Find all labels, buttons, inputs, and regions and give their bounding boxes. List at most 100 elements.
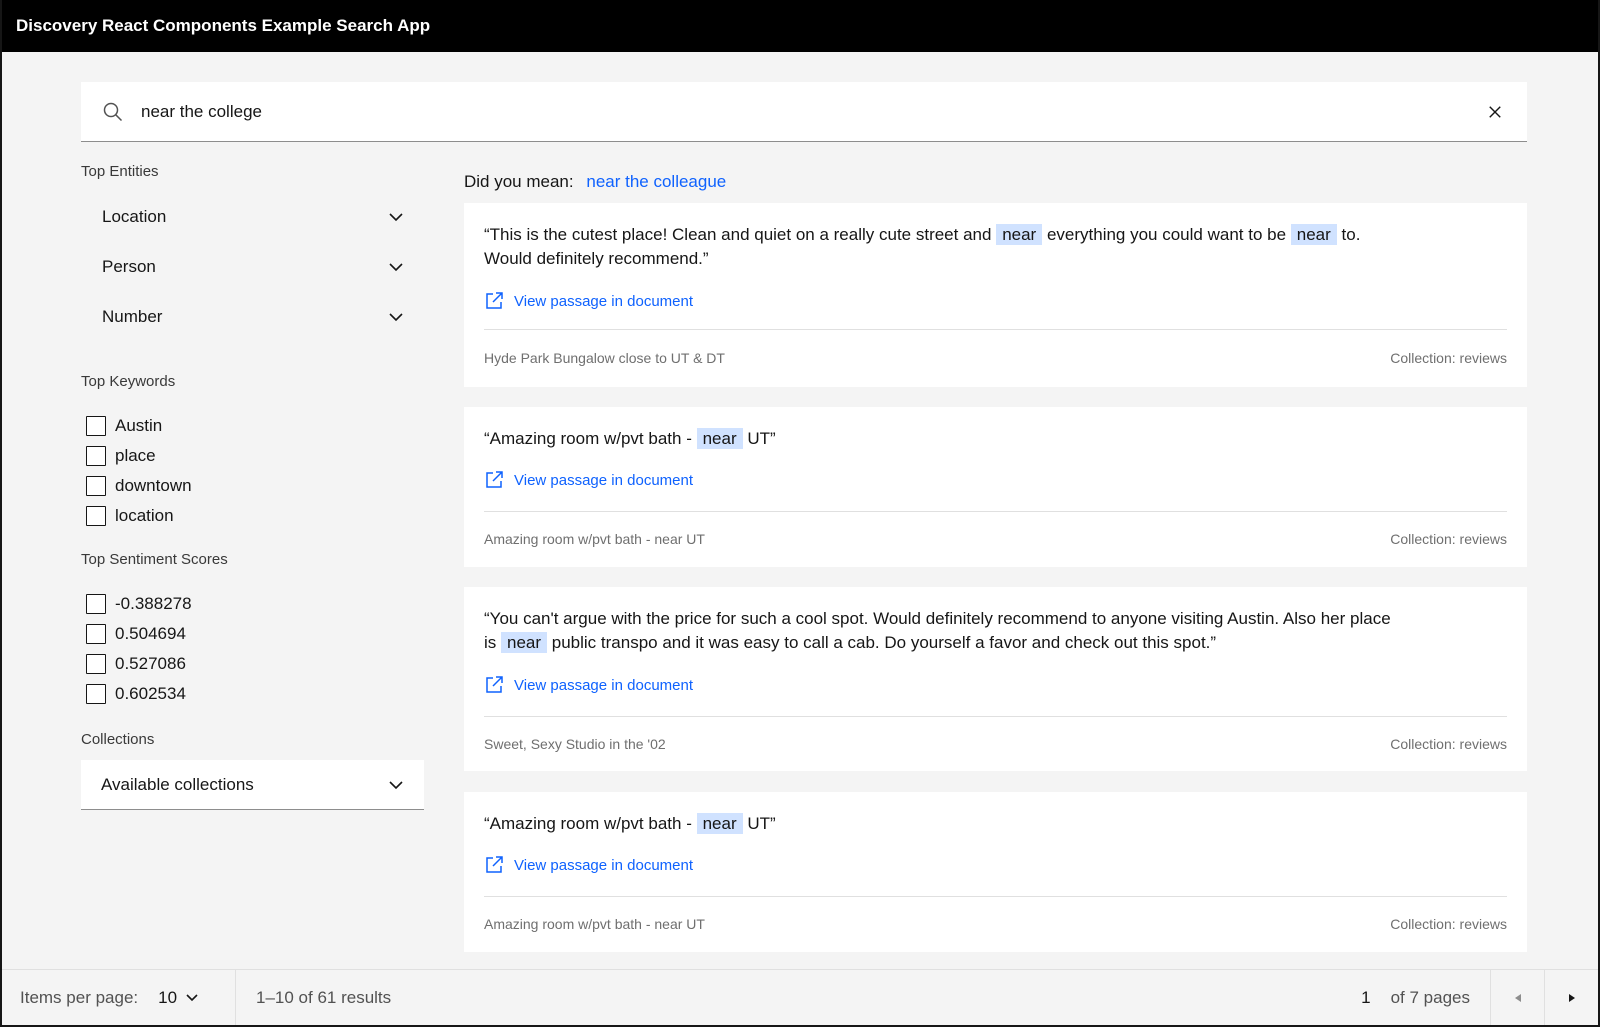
page-selector: 1 of 7 pages (1361, 970, 1598, 1025)
next-page-button[interactable] (1544, 970, 1598, 1025)
result-card: “This is the cutest place! Clean and qui… (464, 203, 1527, 387)
highlight: near (696, 428, 743, 449)
entity-dropdown-number[interactable]: Number (102, 299, 404, 335)
result-card: “Amazing room w/pvt bath - near UT” View… (464, 792, 1527, 952)
sentiment-label: 0.504694 (115, 624, 186, 643)
app-title: Discovery React Components Example Searc… (16, 16, 431, 35)
top-entities-title: Top Entities (81, 163, 159, 180)
view-passage-link[interactable]: View passage in document (484, 675, 693, 695)
checkbox[interactable] (86, 506, 106, 526)
highlight: near (696, 813, 743, 834)
result-footer: Hyde Park Bungalow close to UT & DT Coll… (484, 350, 1507, 366)
view-passage-link[interactable]: View passage in document (484, 855, 693, 875)
checkbox[interactable] (86, 624, 106, 644)
result-collection: Collection: reviews (1390, 736, 1507, 752)
result-title: Sweet, Sexy Studio in the '02 (484, 736, 666, 752)
page-number-select[interactable]: 1 (1361, 988, 1370, 1008)
divider (484, 896, 1507, 897)
result-title: Amazing room w/pvt bath - near UT (484, 531, 705, 547)
search-input[interactable] (141, 82, 1471, 141)
chevron-down-icon (186, 994, 198, 1002)
result-footer: Sweet, Sexy Studio in the '02 Collection… (484, 736, 1507, 752)
search-bar (81, 82, 1527, 142)
did-you-mean: Did you mean: near the colleague (464, 172, 726, 192)
chevron-down-icon (389, 780, 403, 789)
result-passage: “This is the cutest place! Clean and qui… (484, 224, 1361, 268)
collections-select-label: Available collections (101, 774, 254, 794)
keyword-checkbox-row[interactable]: Austin (86, 414, 162, 438)
launch-icon (486, 471, 503, 488)
previous-page-button[interactable] (1490, 970, 1544, 1025)
view-passage-link[interactable]: View passage in document (484, 470, 693, 490)
keyword-label: place (115, 446, 156, 465)
result-footer: Amazing room w/pvt bath - near UT Collec… (484, 916, 1507, 932)
result-collection: Collection: reviews (1390, 916, 1507, 932)
items-per-page-label: Items per page: (20, 987, 139, 1007)
clear-search-button[interactable] (1471, 88, 1519, 136)
checkbox[interactable] (86, 416, 106, 436)
view-passage-link[interactable]: View passage in document (484, 291, 693, 311)
pagination-bar: Items per page: 10 1–10 of 61 results 1 … (2, 969, 1598, 1025)
result-title: Amazing room w/pvt bath - near UT (484, 916, 705, 932)
keyword-label: downtown (115, 476, 192, 495)
items-per-page: Items per page: 10 (2, 970, 236, 1025)
entity-label: Person (102, 257, 156, 276)
result-card: “Amazing room w/pvt bath - near UT” View… (464, 407, 1527, 567)
sentiment-checkbox-row[interactable]: 0.602534 (86, 682, 186, 706)
entity-label: Location (102, 207, 167, 226)
entity-dropdown-person[interactable]: Person (102, 249, 404, 285)
spelling-suggestion-link[interactable]: near the colleague (586, 172, 726, 191)
keyword-checkbox-row[interactable]: downtown (86, 474, 192, 498)
checkbox[interactable] (86, 446, 106, 466)
collections-dropdown[interactable]: Available collections (81, 760, 424, 810)
sentiment-label: 0.527086 (115, 654, 186, 673)
total-pages: of 7 pages (1390, 987, 1470, 1007)
highlight: near (501, 632, 548, 653)
keyword-checkbox-row[interactable]: location (86, 504, 174, 528)
app-header: Discovery React Components Example Searc… (2, 0, 1598, 52)
divider (484, 716, 1507, 717)
did-you-mean-label: Did you mean: (464, 172, 574, 191)
result-passage: “Amazing room w/pvt bath - near UT” (484, 813, 776, 834)
highlight: near (1290, 224, 1337, 245)
result-passage: “Amazing room w/pvt bath - near UT” (484, 428, 776, 449)
checkbox[interactable] (86, 476, 106, 496)
keyword-checkbox-row[interactable]: place (86, 444, 156, 468)
sentiment-checkbox-row[interactable]: -0.388278 (86, 592, 192, 616)
caret-left-icon (1514, 993, 1521, 1002)
search-icon (103, 102, 123, 121)
top-sentiment-title: Top Sentiment Scores (81, 551, 228, 568)
checkbox[interactable] (86, 594, 106, 614)
sentiment-label: -0.388278 (115, 594, 192, 613)
keyword-label: Austin (115, 416, 163, 435)
caret-right-icon (1568, 993, 1575, 1002)
result-footer: Amazing room w/pvt bath - near UT Collec… (484, 531, 1507, 547)
divider (484, 329, 1507, 330)
chevron-down-icon (389, 213, 403, 222)
result-collection: Collection: reviews (1390, 350, 1507, 366)
collections-title: Collections (81, 731, 155, 748)
chevron-down-icon (389, 263, 403, 272)
entity-dropdown-location[interactable]: Location (102, 199, 404, 235)
keyword-label: location (115, 506, 174, 525)
result-collection: Collection: reviews (1390, 531, 1507, 547)
highlight: near (996, 224, 1043, 245)
sentiment-checkbox-row[interactable]: 0.527086 (86, 652, 186, 676)
results-range: 1–10 of 61 results (256, 987, 392, 1007)
checkbox[interactable] (86, 684, 106, 704)
sentiment-label: 0.602534 (115, 684, 186, 703)
result-title: Hyde Park Bungalow close to UT & DT (484, 350, 725, 366)
checkbox[interactable] (86, 654, 106, 674)
launch-icon (486, 856, 503, 873)
result-card: “You can't argue with the price for such… (464, 587, 1527, 771)
items-per-page-select[interactable]: 10 (158, 988, 199, 1008)
close-icon (1489, 105, 1501, 118)
entity-label: Number (102, 307, 163, 326)
top-keywords-title: Top Keywords (81, 373, 176, 390)
launch-icon (486, 676, 503, 693)
divider (484, 511, 1507, 512)
sentiment-checkbox-row[interactable]: 0.504694 (86, 622, 186, 646)
result-passage: “You can't argue with the price for such… (484, 609, 1391, 653)
launch-icon (486, 292, 503, 309)
chevron-down-icon (389, 313, 403, 322)
